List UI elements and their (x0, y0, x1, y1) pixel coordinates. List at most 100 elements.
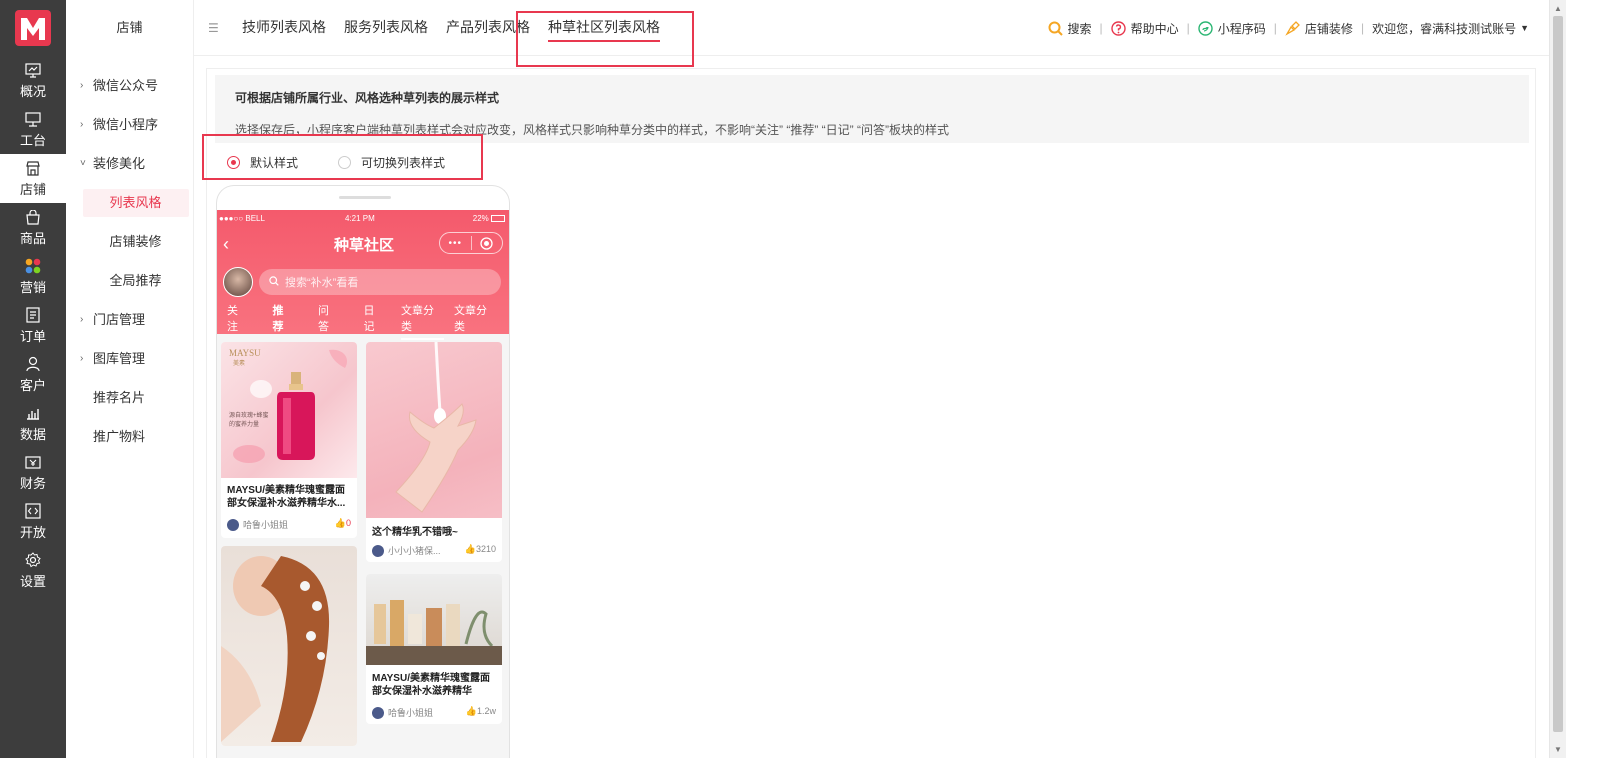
status-battery: 22% (473, 214, 505, 223)
post-author: 哈鲁小姐姐 (372, 706, 433, 719)
phone-preview: ●●●○○ BELL 4:21 PM 22% ‹ 种草社区 ••• 搜索“补水”… (216, 185, 510, 758)
phone-tab-follow[interactable]: 关注 (227, 302, 249, 334)
post-card[interactable] (221, 546, 357, 746)
rail-item-customers[interactable]: 客户 (0, 350, 66, 399)
sidebar-item-global-recommend[interactable]: 全局推荐 (66, 261, 193, 300)
divider: | (1099, 21, 1103, 35)
sidebar-item-label: 门店管理 (93, 312, 146, 327)
colorful-dots-icon (24, 257, 42, 275)
brand-logo[interactable] (0, 0, 66, 56)
miniapp-capsule[interactable]: ••• (439, 232, 503, 254)
author-avatar (372, 706, 384, 719)
more-dots-icon[interactable]: ••• (440, 238, 471, 249)
rail-item-label: 客户 (19, 378, 46, 393)
bag-icon (24, 208, 42, 226)
account-menu[interactable]: 欢迎您，睿满科技测试账号 (1372, 20, 1516, 37)
sidebar-item-gallery[interactable]: › 图库管理 (66, 339, 193, 378)
status-bar: ●●●○○ BELL 4:21 PM 22% (217, 212, 509, 226)
chart-icon (24, 404, 42, 422)
logo-mark (15, 10, 51, 46)
rail-item-open[interactable]: 开放 (0, 497, 66, 546)
post-likes[interactable]: 👍1.2w (466, 706, 496, 717)
rail-item-goods[interactable]: 商品 (0, 203, 66, 252)
rail-item-settings[interactable]: 设置 (0, 546, 66, 595)
sidebar-item-store-decoration[interactable]: 店铺装修 (66, 222, 193, 261)
menu-collapse-icon[interactable]: ☰ (208, 21, 224, 35)
sidebar-item-wechat-official[interactable]: › 微信公众号 (66, 66, 193, 105)
sidebar-item-list-style[interactable]: 列表风格 (66, 183, 193, 222)
author-avatar (372, 544, 384, 557)
desktop-icon (24, 110, 42, 128)
rail-item-label: 订单 (19, 329, 46, 344)
rail-item-finance[interactable]: 财务 (0, 448, 66, 497)
post-likes[interactable]: 👍0 (335, 518, 351, 529)
rail-item-marketing[interactable]: 营销 (0, 252, 66, 301)
sidebar-item-decoration[interactable]: ˅ 装修美化 (66, 144, 193, 183)
phone-tab-recommend[interactable]: 推荐 (273, 302, 295, 334)
app: 概况 工台 店铺 商品 营销 订单 客户 数据 财务 开放 设置 店铺 › 微信… (0, 0, 1599, 758)
phone-speaker (339, 196, 391, 199)
phone-screen: ●●●○○ BELL 4:21 PM 22% ‹ 种草社区 ••• 搜索“补水”… (217, 210, 509, 758)
sidebar-item-promo-materials[interactable]: 推广物料 (66, 417, 193, 456)
post-card[interactable]: MAYSU/美素精华瑰蜜露面部女保湿补水滋养精华 哈鲁小姐姐 👍1.2w (366, 574, 502, 724)
post-card[interactable]: 这个精华乳不错哦~ 小小小猪保... 👍3210 (366, 342, 502, 562)
rail-item-data[interactable]: 数据 (0, 399, 66, 448)
scroll-up-arrow-icon[interactable]: ▲ (1554, 4, 1562, 13)
page-scrollbar[interactable]: ▲ ▼ (1549, 0, 1566, 758)
phone-tab-qa[interactable]: 问答 (318, 302, 340, 334)
search-icon (1048, 20, 1064, 36)
highlight-box-tab (516, 11, 694, 67)
search-link[interactable]: 搜索 (1068, 20, 1092, 37)
finance-icon (24, 453, 42, 471)
post-card[interactable]: MAYSU 美素 源自玫瑰+蜂蜜 的蜜养力量 MAYSU/美素精华瑰蜜露面部女保… (221, 342, 357, 538)
rail-item-label: 商品 (19, 231, 46, 246)
post-image-hand (366, 342, 502, 518)
phone-tab-article-category-2[interactable]: 文章分类 (454, 302, 497, 334)
rail-item-label: 店铺 (19, 182, 46, 197)
sidebar-item-business-card[interactable]: 推荐名片 (66, 378, 193, 417)
help-icon (1111, 20, 1127, 36)
rail-item-workbench[interactable]: 工台 (0, 105, 66, 154)
sidebar-item-store-management[interactable]: › 门店管理 (66, 300, 193, 339)
phone-header: ●●●○○ BELL 4:21 PM 22% ‹ 种草社区 ••• 搜索“补水”… (217, 210, 509, 340)
phone-tab-diary[interactable]: 日记 (364, 302, 386, 334)
chevron-right-icon: › (80, 119, 84, 130)
post-likes[interactable]: 👍3210 (465, 544, 496, 555)
store-decoration-link[interactable]: 店铺装修 (1305, 20, 1353, 37)
scroll-down-arrow-icon[interactable]: ▼ (1554, 745, 1562, 754)
divider: | (1360, 21, 1365, 35)
search-icon (269, 275, 279, 289)
sidebar-item-wechat-miniapp[interactable]: › 微信小程序 (66, 105, 193, 144)
user-avatar[interactable] (223, 267, 253, 297)
order-icon (24, 306, 42, 324)
info-banner: 可根据店铺所属行业、风格选种草列表的展示样式 选择保存后，小程序客户端种草列表样… (215, 75, 1529, 143)
scrollbar-thumb[interactable] (1553, 16, 1563, 732)
rail-item-label: 数据 (19, 427, 46, 442)
close-circle-icon[interactable] (472, 236, 503, 250)
tab-service-list-style[interactable]: 服务列表风格 (344, 0, 428, 56)
sidebar-item-label: 图库管理 (93, 351, 146, 366)
monitor-icon (24, 61, 42, 79)
bride-illustration (221, 556, 330, 742)
like-count: 1.2w (476, 706, 496, 716)
rail-item-label: 营销 (19, 280, 46, 295)
phone-search-input[interactable]: 搜索“补水”看看 (259, 269, 501, 295)
post-title: MAYSU/美素精华瑰蜜露面部女保湿补水滋养精华水... (227, 485, 346, 509)
sidebar-item-label: 微信公众号 (93, 78, 159, 93)
rail-item-overview[interactable]: 概况 (0, 56, 66, 105)
battery-icon (491, 215, 505, 223)
post-image-bottles (366, 574, 502, 665)
rail-item-label: 设置 (19, 574, 46, 589)
caret-down-icon[interactable]: ▼ (1520, 23, 1529, 33)
rail-item-orders[interactable]: 订单 (0, 301, 66, 350)
phone-tab-article-category[interactable]: 文章分类 (401, 302, 444, 340)
hand-illustration (395, 342, 477, 513)
tab-technician-list-style[interactable]: 技师列表风格 (242, 0, 326, 56)
serum-bottle-illustration (233, 349, 348, 463)
miniapp-code-link[interactable]: 小程序码 (1218, 20, 1266, 37)
help-center-link[interactable]: 帮助中心 (1131, 20, 1179, 37)
paint-brush-icon (1285, 20, 1301, 36)
rail-item-store[interactable]: 店铺 (0, 154, 66, 203)
main-nav-rail: 概况 工台 店铺 商品 营销 订单 客户 数据 财务 开放 设置 (0, 0, 66, 758)
gear-icon (24, 551, 42, 569)
